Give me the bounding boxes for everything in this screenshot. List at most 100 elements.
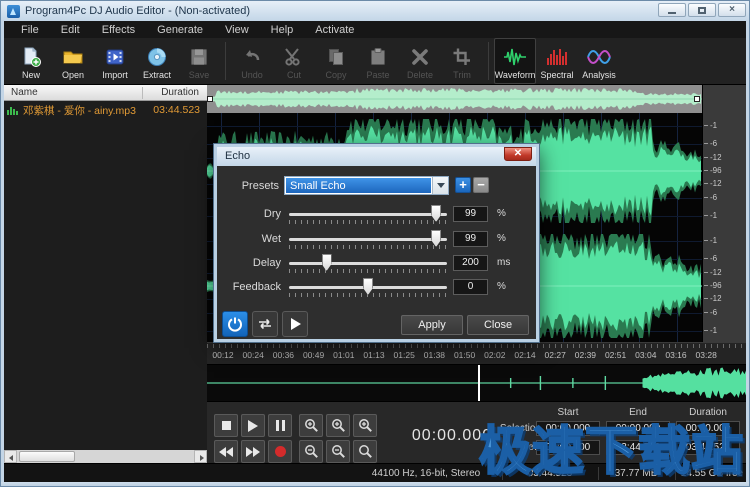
echo-dialog-close-button[interactable]: ✕ [504, 147, 532, 161]
slider-unit: % [497, 281, 506, 292]
file-duration: 03:44.523 [153, 104, 200, 116]
overview-left-handle[interactable] [207, 96, 213, 102]
toolbar-separator [225, 42, 226, 80]
zoom-in-time-button[interactable] [299, 414, 323, 437]
slider-value-dry[interactable]: 99 [453, 206, 488, 222]
slider-value-delay[interactable]: 200 [453, 255, 488, 271]
toolbar-button-label: Open [62, 70, 84, 80]
db-scale-label: -6 [710, 254, 717, 263]
menu-view[interactable]: View [216, 22, 258, 38]
toolbar-button-open[interactable]: Open [52, 38, 94, 84]
toolbar-button-analysis[interactable]: Analysis [578, 38, 620, 84]
rewind-icon [219, 447, 233, 457]
record-button[interactable] [268, 440, 292, 463]
slider-row-wet: Wet99% [217, 231, 536, 251]
slider-track-wet[interactable] [289, 238, 447, 241]
menu-activate[interactable]: Activate [306, 22, 363, 38]
slider-track-dry[interactable] [289, 213, 447, 216]
title-bar[interactable]: Program4Pc DJ Audio Editor - (Non-activa… [1, 1, 750, 21]
add-preset-button[interactable]: + [455, 177, 471, 193]
zoom-full-button[interactable] [353, 440, 377, 463]
timeline-tick-label: 01:01 [328, 350, 360, 360]
timeline-ruler[interactable]: 00:1200:2400:3600:4901:0101:1301:2501:38… [207, 342, 748, 364]
file-list-header: Name Duration [4, 85, 207, 101]
dialog-close-action-button[interactable]: Close [467, 315, 529, 335]
file-list-panel: Name Duration 邓紫棋 - 爱你 - ainy.mp303:44.5… [4, 85, 207, 463]
column-header-duration[interactable]: Duration [161, 87, 199, 98]
menu-edit[interactable]: Edit [52, 22, 89, 38]
toolbar-button-label: Delete [407, 70, 433, 80]
slider-track-delay[interactable] [289, 262, 447, 265]
loop-icon [257, 316, 273, 332]
zoom-out-amplitude-button[interactable] [326, 440, 350, 463]
stop-button[interactable] [214, 414, 238, 437]
slider-row-dry: Dry99% [217, 206, 536, 226]
app-icon [7, 5, 20, 18]
db-scale-label: -96 [710, 281, 722, 290]
echo-dialog-body: Presets Small Echo + − Dry99%Wet99%Delay… [217, 166, 536, 338]
minimize-icon [668, 12, 676, 14]
timeline-tick-label: 02:27 [539, 350, 571, 360]
menu-generate[interactable]: Generate [148, 22, 212, 38]
maximize-button[interactable] [688, 3, 716, 17]
pause-button[interactable] [268, 414, 292, 437]
timeline-tick-label: 01:50 [449, 350, 481, 360]
presets-label: Presets [217, 180, 279, 192]
scroll-left-arrow[interactable] [4, 450, 17, 463]
forward-button[interactable] [241, 440, 265, 463]
toolbar-button-label: Undo [241, 70, 263, 80]
echo-dialog: Echo ✕ Presets Small Echo + − Dry 99% Wet9… [214, 144, 539, 342]
apply-button[interactable]: Apply [401, 315, 463, 335]
toolbar-button-save: Save [178, 38, 220, 84]
toolbar-button-label: Waveform [495, 70, 536, 80]
scroll-right-arrow[interactable] [194, 450, 207, 463]
column-header-name[interactable]: Name [11, 87, 38, 98]
effect-preview-strip[interactable] [207, 364, 748, 401]
slider-value-wet[interactable]: 99 [453, 231, 488, 247]
overview-right-handle[interactable] [694, 96, 700, 102]
db-scale-label: -12 [710, 268, 722, 277]
minimize-button[interactable] [658, 3, 686, 17]
echo-dialog-titlebar[interactable]: Echo ✕ [217, 147, 536, 166]
toolbar-button-spectral[interactable]: Spectral [536, 38, 578, 84]
slider-ticks [289, 269, 447, 273]
toolbar-button-extract[interactable]: Extract [136, 38, 178, 84]
scrollbar-thumb[interactable] [19, 451, 75, 462]
rewind-button[interactable] [214, 440, 238, 463]
stop-icon [222, 421, 231, 430]
loop-preview-button[interactable] [252, 311, 278, 337]
remove-preset-button[interactable]: − [473, 177, 489, 193]
horizontal-scrollbar[interactable] [4, 450, 207, 463]
file-list-row[interactable]: 邓紫棋 - 爱你 - ainy.mp303:44.523 [4, 102, 207, 118]
file-name: 邓紫棋 - 爱你 - ainy.mp3 [23, 103, 153, 118]
db-scale-label: -12 [710, 294, 722, 303]
forward-icon [246, 447, 260, 457]
db-scale-label: -6 [710, 193, 717, 202]
save-icon [188, 45, 210, 69]
menu-help[interactable]: Help [262, 22, 303, 38]
slider-label: Dry [217, 208, 281, 220]
db-scale-label: -1 [710, 211, 717, 220]
zoom-in-amplitude-button[interactable] [326, 414, 350, 437]
play-button[interactable] [241, 414, 265, 437]
playhead-cursor[interactable] [478, 365, 480, 402]
toolbar-button-new[interactable]: New [10, 38, 52, 84]
waveform-overview-strip[interactable] [207, 85, 702, 113]
presets-dropdown[interactable]: Small Echo [284, 176, 449, 195]
toolbar-button-import[interactable]: Import [94, 38, 136, 84]
menu-effects[interactable]: Effects [93, 22, 144, 38]
new-file-icon [20, 45, 42, 69]
dropdown-arrow-icon[interactable] [432, 177, 448, 194]
zoom-in-selection-button[interactable] [353, 414, 377, 437]
play-icon [291, 318, 301, 330]
zoom-out-time-button[interactable] [299, 440, 323, 463]
preview-play-button[interactable] [282, 311, 308, 337]
slider-value-feedback[interactable]: 0 [453, 279, 488, 295]
power-icon [227, 316, 243, 332]
toolbar-button-waveform[interactable]: Waveform [494, 38, 536, 84]
column-divider[interactable] [142, 87, 143, 99]
trim-icon [451, 45, 473, 69]
menu-file[interactable]: File [12, 22, 48, 38]
close-button[interactable]: × [718, 3, 746, 17]
effect-enable-toggle[interactable] [222, 311, 248, 337]
